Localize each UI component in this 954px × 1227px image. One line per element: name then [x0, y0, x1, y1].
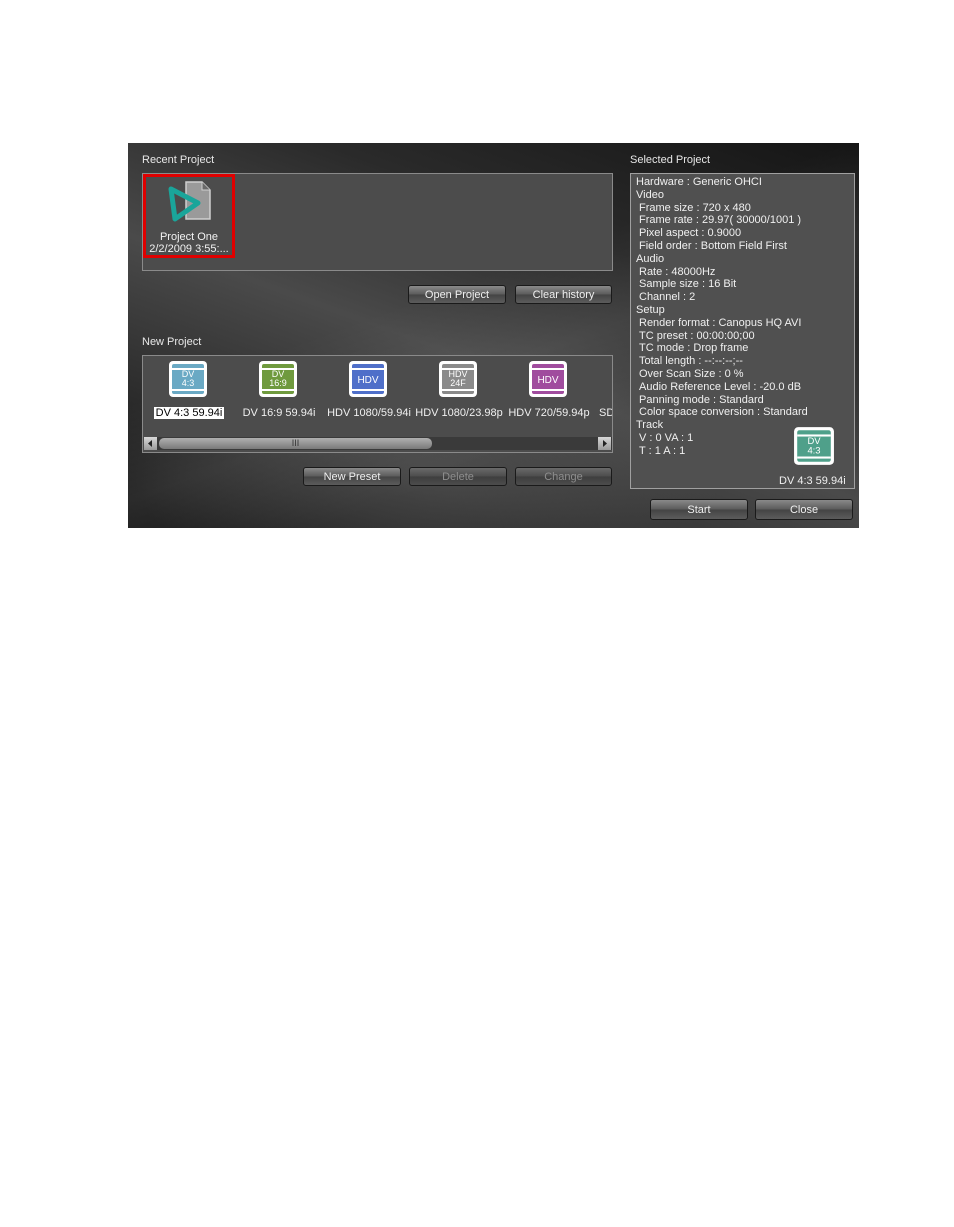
recent-project-list[interactable]: Project One 2/2/2009 3:55:... [142, 173, 613, 271]
project-setting-line: Channel : 2 [639, 291, 696, 304]
preset-scrollbar[interactable]: III [144, 437, 612, 450]
preset-label-selected: DV 4:3 59.94i [154, 407, 224, 419]
clear-history-button[interactable]: Clear history [515, 285, 612, 304]
project-setting-line: TC preset : 00:00:00;00 [639, 329, 755, 342]
project-setting-line: Track [636, 419, 664, 432]
preset-label: DV 16:9 59.94i [242, 407, 316, 419]
project-settings-dialog: Recent Project Project One 2/2/2009 3:55… [128, 143, 859, 528]
recent-project-date: 2/2/2009 3:55:... [149, 243, 229, 255]
project-setting-line: Render format : Canopus HQ AVI [639, 316, 802, 329]
preset-sd-partial[interactable]: SD [594, 356, 613, 436]
project-setting-line: Over Scan Size : 0 % [639, 368, 744, 380]
project-setting-line: Rate : 48000Hz [639, 265, 716, 278]
dv-43-preset-icon: DV 4:3 [794, 427, 834, 465]
svg-text:4:3: 4:3 [807, 445, 820, 456]
preset-label: HDV 1080/23.98p [415, 407, 503, 419]
preset-label: SD [599, 407, 613, 419]
recent-project-name: Project One [159, 231, 219, 243]
selected-project-title: Selected Project [630, 154, 711, 166]
dv-43-preset-icon: DV 4:3 [169, 361, 207, 397]
chevron-right-icon [603, 440, 607, 447]
project-setting-line: Sample size : 16 Bit [639, 278, 737, 291]
project-setting-line: Pixel aspect : 0.9000 [639, 227, 742, 240]
new-project-title: New Project [142, 336, 202, 348]
scroll-right-arrow[interactable] [598, 437, 611, 450]
selected-preset-label: DV 4:3 59.94i [779, 475, 846, 487]
recent-project-item[interactable]: Project One 2/2/2009 3:55:... [143, 174, 235, 258]
project-setting-line: Total length : --:--:--;-- [639, 355, 743, 368]
svg-text:16:9: 16:9 [269, 378, 287, 388]
preset-label: HDV 1080/59.94i [327, 407, 411, 419]
chevron-left-icon [148, 440, 152, 447]
delete-button[interactable]: Delete [409, 467, 507, 486]
new-preset-button[interactable]: New Preset [303, 467, 401, 486]
scrollbar-thumb[interactable]: III [159, 438, 432, 449]
hdv-24f-preset-icon: HDV 24F [439, 361, 477, 397]
change-button[interactable]: Change [515, 467, 612, 486]
project-setting-line: Video [636, 188, 664, 201]
close-button[interactable]: Close [755, 499, 853, 520]
preset-hdv720p[interactable]: HDV HDV 720/59.94p [504, 356, 594, 436]
open-project-button[interactable]: Open Project [408, 285, 506, 304]
project-setting-line: Audio [636, 252, 665, 265]
scroll-left-arrow[interactable] [144, 437, 157, 450]
hdv-preset-icon: HDV [349, 361, 387, 397]
project-setting-line: Hardware : Generic OHCI [636, 176, 762, 188]
project-setting-line: Frame rate : 29.97( 30000/1001 ) [639, 214, 802, 227]
project-setting-line: T : 1 A : 1 [639, 444, 686, 457]
preset-hdv1080-24f[interactable]: HDV 24F HDV 1080/23.98p [414, 356, 504, 436]
dv-169-preset-icon: DV 16:9 [259, 361, 297, 397]
svg-text:24F: 24F [450, 378, 466, 388]
project-setting-line: Audio Reference Level : -20.0 dB [639, 380, 802, 393]
preset-hdv1080i[interactable]: HDV HDV 1080/59.94i [324, 356, 414, 436]
preset-dv169[interactable]: DV 16:9 DV 16:9 59.94i [234, 356, 324, 436]
project-setting-line: Color space conversion : Standard [639, 406, 808, 419]
selected-project-info: Hardware : Generic OHCI Video Frame size :… [630, 173, 855, 489]
project-setting-line: Frame size : 720 x 480 [639, 201, 751, 214]
project-setting-line: Field order : Bottom Field First [639, 240, 787, 252]
project-setting-line: Setup [636, 304, 665, 316]
preset-list[interactable]: DV 4:3 DV 4:3 59.94i DV 16:9 DV 16:9 59.… [142, 355, 613, 453]
hdv-preset-icon: HDV [529, 361, 567, 397]
project-setting-line: V : 0 VA : 1 [639, 432, 694, 444]
svg-text:HDV: HDV [357, 375, 378, 386]
start-button[interactable]: Start [650, 499, 748, 520]
recent-project-title: Recent Project [142, 154, 215, 166]
preset-label: HDV 720/59.94p [508, 407, 590, 419]
project-setting-line: TC mode : Drop frame [639, 342, 749, 355]
preset-dv43[interactable]: DV 4:3 DV 4:3 59.94i [144, 356, 234, 436]
svg-text:HDV: HDV [537, 375, 558, 386]
svg-text:4:3: 4:3 [182, 378, 195, 388]
project-file-icon [168, 181, 211, 222]
project-setting-line: Panning mode : Standard [639, 393, 764, 406]
